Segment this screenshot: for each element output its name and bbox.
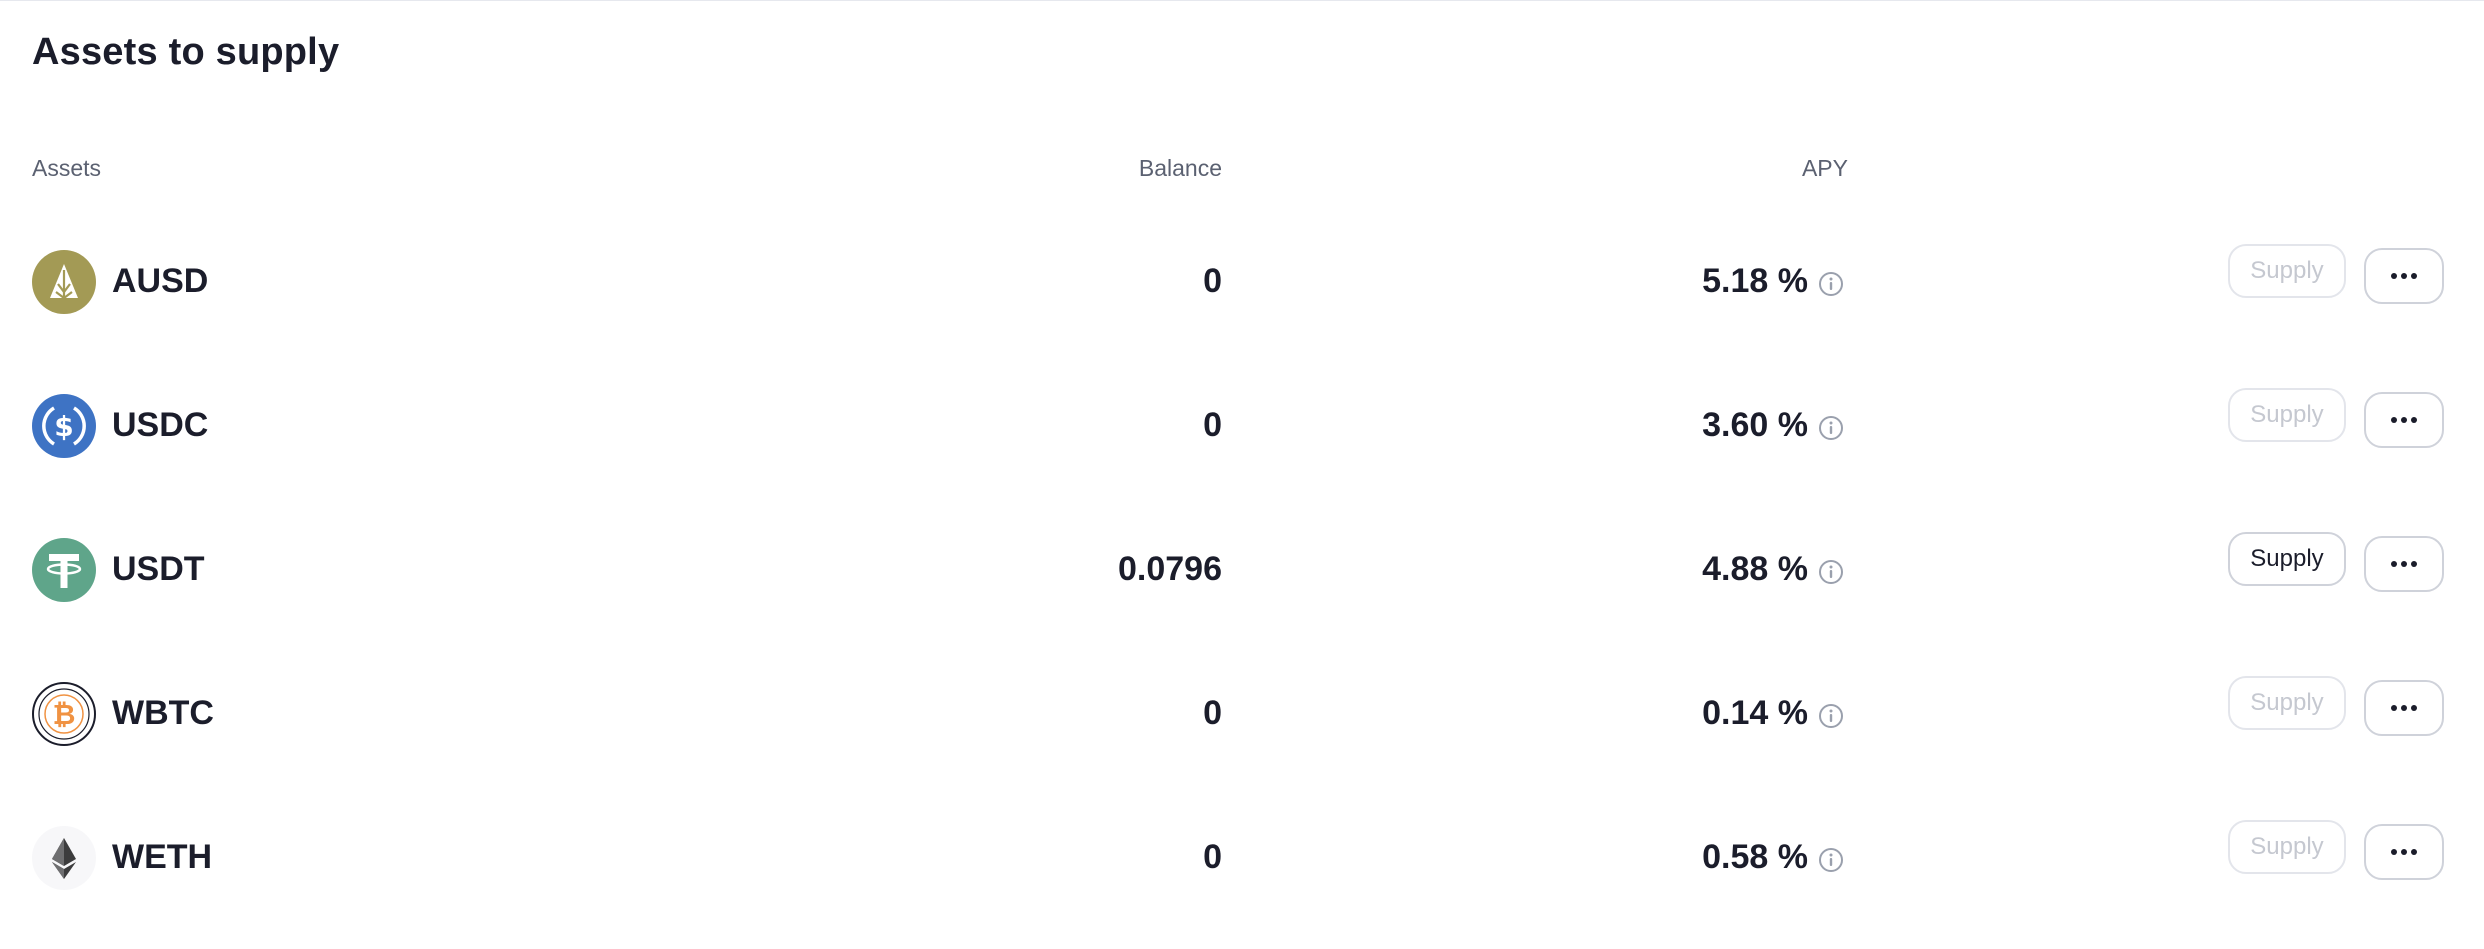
more-options-button[interactable]	[2364, 824, 2444, 880]
asset-balance: 0	[1203, 838, 1222, 876]
ausd-icon	[32, 250, 96, 314]
info-icon[interactable]	[1818, 559, 1844, 585]
asset-balance: 0.0796	[1118, 550, 1222, 588]
asset-apy: 3.60 %	[1702, 406, 1808, 444]
asset-balance: 0	[1203, 694, 1222, 732]
column-header-assets: Assets	[32, 155, 102, 181]
more-options-button[interactable]	[2364, 392, 2444, 448]
info-icon[interactable]	[1818, 415, 1844, 441]
more-icon	[2391, 417, 2417, 423]
column-header-balance: Balance	[1138, 155, 1222, 181]
usdt-icon	[32, 538, 96, 602]
table-row: $ USDC 0 3.60 % Supply	[0, 354, 2484, 498]
info-icon[interactable]	[1818, 271, 1844, 297]
table-row: ₿ WBTC 0 0.14 % Supply	[0, 642, 2484, 786]
panel-title: Assets to supply	[32, 31, 340, 73]
asset-balance: 0	[1203, 262, 1222, 300]
table-row: AUSD 0 5.18 % Supply	[0, 210, 2484, 354]
more-options-button[interactable]	[2364, 680, 2444, 736]
asset-symbol: WBTC	[112, 694, 214, 732]
more-icon	[2391, 273, 2417, 279]
supply-button[interactable]: Supply	[2228, 820, 2346, 874]
more-icon	[2391, 705, 2417, 711]
info-icon[interactable]	[1818, 703, 1844, 729]
usdc-icon: $	[32, 394, 96, 458]
column-header-apy: APY	[1801, 155, 1848, 181]
table-row: WETH 0 0.58 % Supply	[0, 786, 2484, 930]
asset-symbol: USDT	[112, 550, 205, 588]
more-icon	[2391, 849, 2417, 855]
supply-button[interactable]: Supply	[2228, 388, 2346, 442]
more-options-button[interactable]	[2364, 248, 2444, 304]
asset-balance: 0	[1203, 406, 1222, 444]
asset-apy: 5.18 %	[1702, 262, 1808, 300]
more-icon	[2391, 561, 2417, 567]
svg-text:₿: ₿	[53, 698, 76, 731]
info-icon[interactable]	[1818, 847, 1844, 873]
assets-to-supply-panel: Assets to supply Assets Balance APY AUSD…	[0, 0, 2484, 949]
asset-apy: 0.14 %	[1702, 694, 1808, 732]
asset-symbol: WETH	[112, 838, 213, 876]
more-options-button[interactable]	[2364, 536, 2444, 592]
table-row: USDT 0.0796 4.88 % Supply	[0, 498, 2484, 642]
asset-symbol: USDC	[112, 406, 209, 444]
supply-button[interactable]: Supply	[2228, 676, 2346, 730]
asset-symbol: AUSD	[112, 262, 209, 300]
wbtc-icon: ₿	[32, 682, 96, 746]
svg-text:$: $	[54, 410, 73, 443]
weth-icon	[32, 826, 96, 890]
supply-button[interactable]: Supply	[2228, 532, 2346, 586]
asset-apy: 0.58 %	[1702, 838, 1808, 876]
asset-apy: 4.88 %	[1702, 550, 1808, 588]
supply-button[interactable]: Supply	[2228, 244, 2346, 298]
